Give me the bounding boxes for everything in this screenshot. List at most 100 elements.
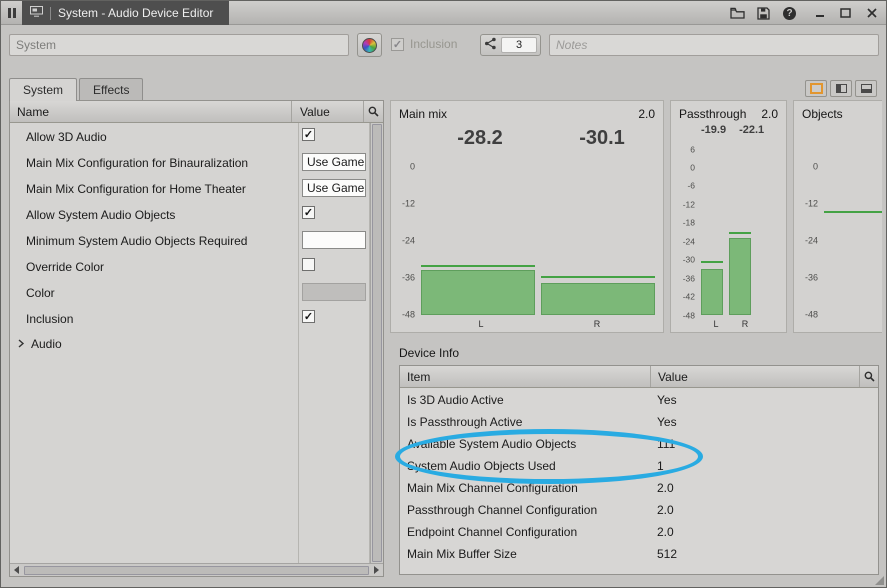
property-name: Allow System Audio Objects xyxy=(10,201,298,227)
device-info-section: Device Info Item Value Is 3D Audio Activ… xyxy=(390,345,882,581)
override-color-checkbox[interactable] xyxy=(302,258,315,271)
column-header-value: Value xyxy=(291,101,363,122)
home-theater-config-dropdown[interactable]: Use Game xyxy=(302,179,366,197)
layout-split-horizontal-button[interactable] xyxy=(855,80,877,97)
vertical-scrollbar[interactable] xyxy=(370,123,383,563)
property-name: Inclusion xyxy=(10,305,298,331)
color-swatch[interactable] xyxy=(302,283,366,301)
help-icon[interactable]: ? xyxy=(781,5,798,22)
meter-bars xyxy=(419,167,657,315)
meter-bars xyxy=(822,167,882,315)
table-row-highlighted: Available System Audio Objects 111 xyxy=(400,432,878,454)
chevron-right-icon[interactable] xyxy=(17,337,25,351)
meters-and-info-panel: Main mix 2.0 -28.2 -30.1 0 -12 -24 -36 -… xyxy=(390,100,882,581)
resize-grip[interactable] xyxy=(875,576,884,585)
minimize-icon[interactable] xyxy=(811,5,828,22)
db-scale: 0 -12 -24 -36 -48 xyxy=(798,167,822,315)
color-picker-button[interactable] xyxy=(357,33,382,57)
horizontal-scrollbar[interactable] xyxy=(10,563,383,576)
allow-system-audio-objects-checkbox[interactable] xyxy=(302,206,315,219)
db-scale: 0 -12 -24 -36 -48 xyxy=(395,167,419,315)
horizontal-scrollbar-thumb[interactable] xyxy=(24,566,369,575)
open-folder-icon[interactable] xyxy=(729,5,746,22)
meter-bar-right xyxy=(729,149,751,315)
column-header-item: Item xyxy=(400,366,650,387)
layout-split-vertical-icon xyxy=(836,84,847,93)
tab-effects[interactable]: Effects xyxy=(79,78,143,100)
references-button[interactable]: 3 xyxy=(480,34,541,56)
scroll-right-arrow[interactable] xyxy=(370,566,383,574)
close-icon[interactable] xyxy=(863,5,880,22)
property-row-group: Audio xyxy=(10,331,370,357)
maximize-icon[interactable] xyxy=(837,5,854,22)
min-system-audio-objects-field[interactable] xyxy=(302,231,366,249)
audio-device-editor-window: System - Audio Device Editor ? xyxy=(0,0,887,588)
property-row: Allow System Audio Objects xyxy=(10,201,370,227)
editor-toolbar: Inclusion 3 xyxy=(1,26,886,68)
layout-split-vertical-button[interactable] xyxy=(830,80,852,97)
layout-single-button[interactable] xyxy=(805,80,827,97)
property-name: Main Mix Configuration for Home Theater xyxy=(10,175,298,201)
editor-icon xyxy=(30,6,43,20)
meter-peak-line xyxy=(824,167,882,315)
property-row: Color xyxy=(10,279,370,305)
meter-bar-right xyxy=(541,167,655,315)
allow-3d-audio-checkbox[interactable] xyxy=(302,128,315,141)
object-name-input[interactable] xyxy=(9,34,349,56)
property-row: Minimum System Audio Objects Required xyxy=(10,227,370,253)
property-row: Override Color xyxy=(10,253,370,279)
property-row: Allow 3D Audio xyxy=(10,123,370,149)
device-info-table: Item Value Is 3D Audio Active Yes Is Pas… xyxy=(399,365,879,575)
channel-label-right: R xyxy=(734,319,756,329)
table-row: Is 3D Audio Active Yes xyxy=(400,388,878,410)
table-row: Main Mix Buffer Size 512 xyxy=(400,542,878,564)
binauralization-config-dropdown[interactable]: Use Game xyxy=(302,153,366,171)
channel-label-left: L xyxy=(705,319,727,329)
layout-split-horizontal-icon xyxy=(861,84,872,93)
grid-search-button[interactable] xyxy=(363,101,383,122)
scroll-left-arrow[interactable] xyxy=(10,566,23,574)
table-row-highlighted: System Audio Objects Used 1 xyxy=(400,454,878,476)
group-label[interactable]: Audio xyxy=(31,337,62,351)
inclusion-checkbox[interactable] xyxy=(391,38,404,51)
meter-title: Passthrough xyxy=(679,107,746,121)
window-title: System - Audio Device Editor xyxy=(58,6,213,20)
table-search-button[interactable] xyxy=(859,366,878,387)
property-row: Main Mix Configuration for Binauralizati… xyxy=(10,149,370,175)
search-icon xyxy=(368,106,379,117)
channel-config: 2.0 xyxy=(638,107,655,121)
db-scale: 6 0 -6 -12 -18 -24 -30 -36 -42 -48 xyxy=(675,149,699,315)
property-grid: Name Value Allow 3D Audio Main Mix Confi… xyxy=(9,100,384,577)
title-bar: System - Audio Device Editor ? xyxy=(1,1,886,25)
property-name: Override Color xyxy=(10,253,298,279)
peak-readout-left: -19.9 xyxy=(701,124,726,136)
inclusion-row-checkbox[interactable] xyxy=(302,310,315,323)
editor-tabs: System Effects xyxy=(9,78,145,101)
meter-bar-left xyxy=(421,167,535,315)
property-name: Allow 3D Audio xyxy=(10,123,298,149)
objects-meter-panel: Objects 0 -12 -24 -36 -48 xyxy=(793,100,882,333)
color-wheel-icon xyxy=(362,38,377,53)
window-title-tab[interactable]: System - Audio Device Editor xyxy=(22,1,229,25)
save-icon[interactable] xyxy=(755,5,772,22)
meter-bar-left xyxy=(701,149,723,315)
peak-readout-right: -30.1 xyxy=(541,127,663,150)
vertical-scrollbar-thumb[interactable] xyxy=(372,124,382,562)
property-name: Minimum System Audio Objects Required xyxy=(10,227,298,253)
meter-title: Objects xyxy=(802,107,843,121)
notes-input[interactable] xyxy=(549,34,879,56)
channel-label-left: L xyxy=(423,319,539,329)
table-row: Passthrough Channel Configuration 2.0 xyxy=(400,498,878,520)
tab-system[interactable]: System xyxy=(9,78,77,101)
property-name: Main Mix Configuration for Binauralizati… xyxy=(10,149,298,175)
property-row: Main Mix Configuration for Home Theater … xyxy=(10,175,370,201)
property-name: Color xyxy=(10,279,298,305)
title-separator xyxy=(50,7,51,20)
pin-icon[interactable] xyxy=(8,8,16,18)
meters-row: Main mix 2.0 -28.2 -30.1 0 -12 -24 -36 -… xyxy=(390,100,882,333)
references-count: 3 xyxy=(501,37,537,53)
device-info-title: Device Info xyxy=(390,345,882,364)
channel-label-right: R xyxy=(539,319,655,329)
main-mix-meter-panel: Main mix 2.0 -28.2 -30.1 0 -12 -24 -36 -… xyxy=(390,100,664,333)
passthrough-meter-panel: Passthrough 2.0 -19.9 -22.1 6 0 -6 -12 -… xyxy=(670,100,787,333)
